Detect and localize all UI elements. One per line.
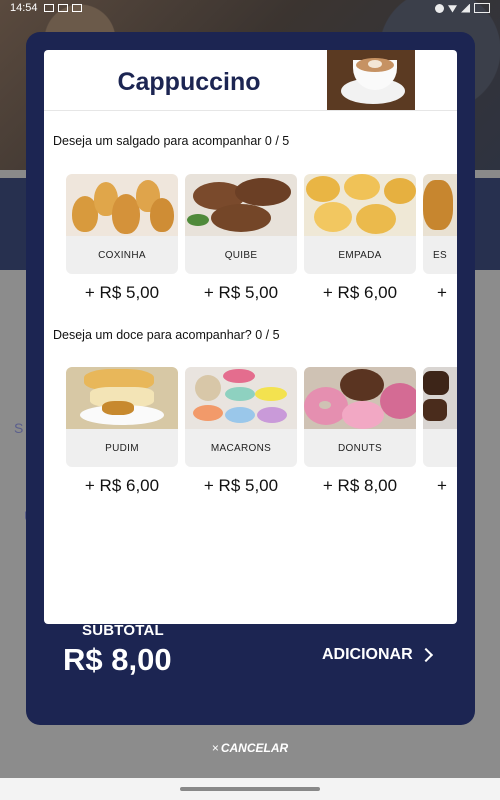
option-donuts[interactable]: DONUTS + R$ 8,00 [304, 367, 416, 496]
brownie-photo [423, 367, 457, 429]
esfiha-photo [423, 174, 457, 236]
option-pudim[interactable]: PUDIM + R$ 6,00 [66, 367, 178, 496]
item-price: + R$ 5,00 [203, 283, 279, 302]
screen-icon [57, 4, 68, 12]
item-name: MACARONS [185, 429, 297, 467]
option-partial-next[interactable]: + [423, 367, 457, 496]
section-title-doce: Deseja um doce para acompanhar? 0 / 5 [53, 328, 280, 342]
background-text: S [14, 420, 24, 436]
cancel-button[interactable]: × CANCELAR [0, 741, 500, 755]
add-button-label: ADICIONAR [322, 646, 413, 663]
item-price: + R$ 5,00 [84, 283, 160, 302]
home-gesture-bar[interactable] [180, 787, 320, 791]
macarons-photo [185, 367, 297, 429]
item-name [423, 429, 457, 467]
gallery-icon [43, 4, 54, 12]
header-divider [44, 110, 457, 111]
item-name: DONUTS [304, 429, 416, 467]
item-price: + R$ 6,00 [322, 283, 398, 302]
option-coxinha[interactable]: COXINHA + R$ 5,00 [66, 174, 178, 303]
option-partial-next[interactable]: ES + [423, 174, 457, 303]
status-bar: 14:54 [0, 0, 500, 16]
cast-icon [71, 4, 82, 12]
system-nav-bar [0, 778, 500, 800]
cancel-label: CANCELAR [220, 741, 289, 755]
battery-icon [474, 3, 490, 13]
options-card: Cappuccino Deseja um salgado para acompa… [44, 50, 457, 624]
section-title-salgado: Deseja um salgado para acompanhar 0 / 5 [53, 134, 290, 148]
item-price: + [437, 476, 447, 495]
coxinha-photo [66, 174, 178, 236]
wifi-icon [448, 5, 457, 13]
option-quibe[interactable]: QUIBE + R$ 5,00 [185, 174, 297, 303]
subtotal-value: R$ 8,00 [63, 642, 172, 677]
add-button[interactable]: ADICIONAR [322, 644, 433, 666]
item-name: PUDIM [66, 429, 178, 467]
product-options-modal: Cappuccino Deseja um salgado para acompa… [26, 32, 475, 725]
status-time: 14:54 [10, 2, 38, 14]
item-name: QUIBE [185, 236, 297, 274]
empada-photo [304, 174, 416, 236]
product-title: Cappuccino [117, 68, 261, 96]
option-macarons[interactable]: MACARONS + R$ 5,00 [185, 367, 297, 496]
item-name: EMPADA [304, 236, 416, 274]
cappuccino-photo [327, 50, 415, 110]
item-name: COXINHA [66, 236, 178, 274]
close-icon: × [211, 741, 219, 755]
quibe-photo [185, 174, 297, 236]
signal-icon [461, 3, 470, 13]
item-price: + R$ 6,00 [84, 476, 160, 495]
donuts-photo [304, 367, 416, 429]
option-empada[interactable]: EMPADA + R$ 6,00 [304, 174, 416, 303]
chevron-right-icon [418, 647, 433, 663]
item-price: + [437, 283, 447, 302]
item-price: + R$ 8,00 [322, 476, 398, 495]
doce-carousel[interactable]: PUDIM + R$ 6,00 MACARONS + R$ 5,00 DONUT… [66, 367, 457, 497]
pudim-photo [66, 367, 178, 429]
item-name: ES [423, 236, 457, 274]
subtotal-label: SUBTOTAL [82, 622, 164, 639]
item-price: + R$ 5,00 [203, 476, 279, 495]
status-right-icons [435, 3, 490, 13]
mute-icon [435, 3, 444, 13]
salgado-carousel[interactable]: COXINHA + R$ 5,00 QUIBE + R$ 5,00 EMPADA… [66, 174, 457, 304]
